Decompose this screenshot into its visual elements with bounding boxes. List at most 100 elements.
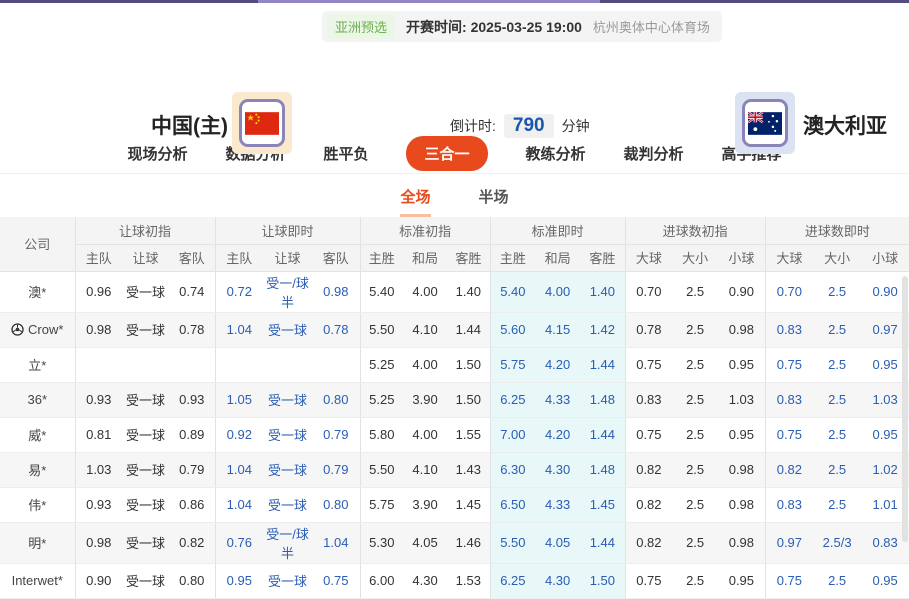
- odds-cell: 2.5: [672, 271, 718, 312]
- company-link[interactable]: 伟*: [0, 487, 75, 522]
- company-link[interactable]: 易*: [0, 452, 75, 487]
- nav-tab-coach-analysis[interactable]: 教练分析: [526, 143, 586, 164]
- top-progress-segment: [258, 0, 600, 3]
- nav-tab-referee-analysis[interactable]: 裁判分析: [624, 143, 684, 164]
- top-progress-bar: [0, 0, 909, 3]
- venue-label: 杭州奥体中心体育场: [593, 17, 710, 36]
- odds-cell: 0.97: [765, 522, 813, 563]
- home-team-name: 中国(主): [128, 110, 228, 140]
- odds-cell: 1.03: [75, 452, 122, 487]
- odds-cell: 0.78: [312, 312, 360, 347]
- group-header: 让球即时: [215, 217, 360, 244]
- subtab-full-match[interactable]: 全场: [400, 186, 430, 217]
- column-header: 大小: [672, 244, 718, 271]
- odds-cell: 0.74: [169, 271, 215, 312]
- odds-cell: 4.33: [535, 382, 580, 417]
- odds-cell: 1.50: [447, 347, 490, 382]
- odds-cell: 1.44: [580, 522, 625, 563]
- group-header: 让球初指: [75, 217, 215, 244]
- column-header: 大小: [813, 244, 861, 271]
- group-header: 标准初指: [360, 217, 490, 244]
- odds-cell: 受一球: [122, 563, 169, 598]
- odds-cell: 1.04: [312, 522, 360, 563]
- odds-cell: 3.90: [403, 382, 447, 417]
- subtab-half-match[interactable]: 半场: [479, 186, 509, 217]
- odds-cell: 1.40: [580, 271, 625, 312]
- odds-cell: 受一球: [263, 382, 312, 417]
- company-link[interactable]: 36*: [0, 382, 75, 417]
- odds-cell: 受一球: [122, 522, 169, 563]
- odds-cell: 5.50: [360, 452, 403, 487]
- odds-cell: 1.45: [447, 487, 490, 522]
- odds-cell: 0.82: [625, 522, 672, 563]
- odds-row: Crow*0.98受一球0.781.04受一球0.785.504.101.445…: [0, 312, 909, 347]
- group-header: 进球数即时: [765, 217, 909, 244]
- odds-cell: 4.05: [403, 522, 447, 563]
- company-link[interactable]: 威*: [0, 417, 75, 452]
- odds-cell: 1.03: [718, 382, 765, 417]
- teams-header: 中国(主) 倒计时: 790 分钟: [0, 42, 909, 134]
- odds-cell: 1.53: [447, 563, 490, 598]
- odds-cell: 5.50: [360, 312, 403, 347]
- odds-cell: 0.98: [312, 271, 360, 312]
- odds-cell: 0.75: [625, 563, 672, 598]
- company-link[interactable]: 明*: [0, 522, 75, 563]
- column-header: 客胜: [580, 244, 625, 271]
- odds-cell: 受一球: [122, 487, 169, 522]
- odds-cell: 6.00: [360, 563, 403, 598]
- odds-cell: 0.82: [625, 487, 672, 522]
- company-link[interactable]: 立*: [0, 347, 75, 382]
- odds-cell: 0.93: [169, 382, 215, 417]
- odds-cell: 4.05: [535, 522, 580, 563]
- nav-tab-live-analysis[interactable]: 现场分析: [127, 143, 187, 164]
- odds-row: 明*0.98受一球0.820.76受一/球半1.045.304.051.465.…: [0, 522, 909, 563]
- nav-tab-three-in-one[interactable]: 三合一: [406, 136, 487, 171]
- odds-cell: 1.44: [447, 312, 490, 347]
- odds-cell: 4.10: [403, 452, 447, 487]
- company-link[interactable]: Crow*: [0, 312, 75, 347]
- odds-cell: 受一球: [122, 312, 169, 347]
- odds-cell: 受一球: [122, 417, 169, 452]
- column-header: 让球: [263, 244, 312, 271]
- odds-cell: 0.93: [75, 382, 122, 417]
- odds-cell: 0.95: [718, 347, 765, 382]
- odds-cell: 1.55: [447, 417, 490, 452]
- company-link[interactable]: Interwet*: [0, 563, 75, 598]
- odds-cell: 0.75: [765, 417, 813, 452]
- odds-cell: 2.5: [672, 487, 718, 522]
- odds-cell: 5.60: [490, 312, 535, 347]
- odds-cell: 0.93: [75, 487, 122, 522]
- odds-cell: 5.50: [490, 522, 535, 563]
- competition-badge: 亚洲预选: [327, 14, 395, 39]
- company-link[interactable]: 澳*: [0, 271, 75, 312]
- odds-row: 澳*0.96受一球0.740.72受一/球半0.985.404.001.405.…: [0, 271, 909, 312]
- odds-cell: 0.79: [312, 417, 360, 452]
- odds-cell: 0.81: [75, 417, 122, 452]
- odds-cell: 2.5: [813, 382, 861, 417]
- odds-cell: 0.75: [765, 563, 813, 598]
- odds-cell: 0.98: [718, 522, 765, 563]
- column-header: 客队: [312, 244, 360, 271]
- odds-cell: 受一球: [263, 487, 312, 522]
- odds-cell: 受一球: [263, 417, 312, 452]
- odds-cell: 2.5: [672, 563, 718, 598]
- group-header: 标准即时: [490, 217, 625, 244]
- odds-cell: 受一/球半: [263, 522, 312, 563]
- odds-cell: 0.92: [215, 417, 263, 452]
- odds-cell: [263, 347, 312, 382]
- odds-cell: 0.70: [765, 271, 813, 312]
- kickoff-time: 开赛时间: 2025-03-25 19:00: [406, 17, 582, 37]
- odds-cell: 1.44: [580, 347, 625, 382]
- odds-cell: [215, 347, 263, 382]
- odds-cell: 0.75: [625, 347, 672, 382]
- odds-cell: [312, 347, 360, 382]
- odds-cell: 1.48: [580, 452, 625, 487]
- odds-cell: 0.76: [215, 522, 263, 563]
- odds-cell: 1.04: [215, 452, 263, 487]
- scrollbar-thumb[interactable]: [902, 276, 908, 542]
- nav-tab-win-draw-lose[interactable]: 胜平负: [323, 143, 368, 164]
- odds-cell: 4.20: [535, 417, 580, 452]
- odds-cell: 0.79: [312, 452, 360, 487]
- odds-cell: 1.04: [215, 487, 263, 522]
- odds-cell: 5.75: [360, 487, 403, 522]
